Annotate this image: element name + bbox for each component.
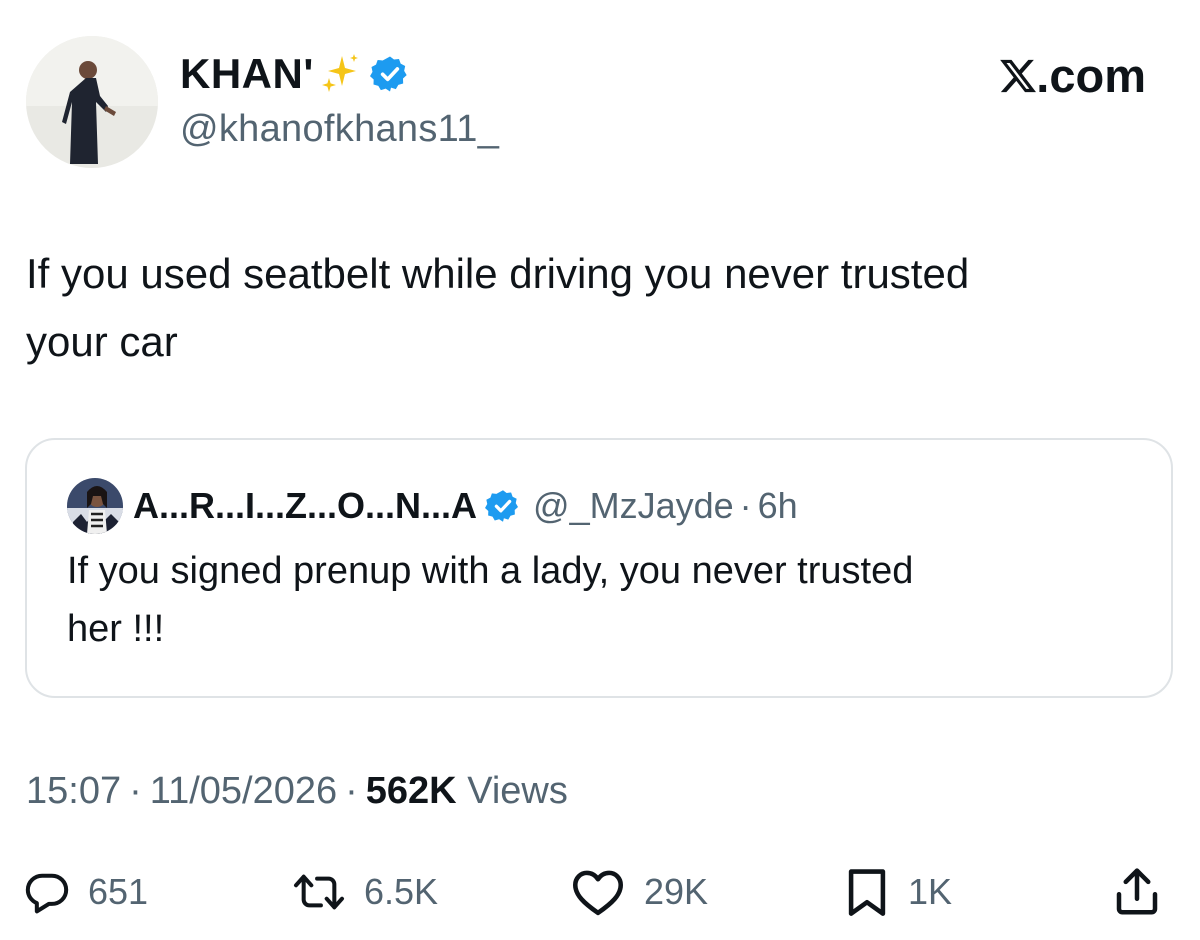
tweet-time[interactable]: 15:07 xyxy=(26,770,121,812)
author-handle: @khanofkhans11_ xyxy=(180,108,500,150)
quoted-author-handle: @_MzJayde xyxy=(533,485,734,526)
author-display-name: KHAN' xyxy=(180,50,314,97)
quoted-text-line: If you signed prenup with a lady, you ne… xyxy=(67,550,914,592)
author-avatar[interactable] xyxy=(26,36,158,168)
repost-button[interactable]: 6.5K xyxy=(292,862,438,922)
bookmark-count: 1K xyxy=(908,871,953,912)
like-button[interactable]: 29K xyxy=(570,862,708,922)
quoted-separator: · xyxy=(739,485,752,526)
quoted-tweet-card[interactable]: A...R...I...Z...O...N...A @_MzJayde · 6h… xyxy=(25,438,1173,698)
views-label: Views xyxy=(467,770,568,812)
tweet-meta: 15:07 · 11/05/2026 · 562K Views xyxy=(26,770,568,813)
tweet-date[interactable]: 11/05/2026 xyxy=(150,770,337,812)
quoted-tweet-text: If you signed prenup with a lady, you ne… xyxy=(67,542,1127,658)
repost-icon xyxy=(292,869,346,915)
bookmark-icon xyxy=(844,867,890,917)
reply-count: 651 xyxy=(88,871,149,912)
tweet-text-line: your car xyxy=(26,318,178,365)
views-count: 562K xyxy=(365,770,457,812)
brand-link[interactable]: .com xyxy=(998,48,1146,103)
reply-button[interactable]: 651 xyxy=(24,862,148,922)
tweet-actions-bar: 651 6.5K 29K 1K xyxy=(0,862,1200,922)
brand-domain-suffix: .com xyxy=(1036,49,1146,102)
reply-icon xyxy=(24,869,70,915)
repost-count: 6.5K xyxy=(364,871,439,912)
like-count: 29K xyxy=(644,871,709,912)
tweet-text: If you used seatbelt while driving you n… xyxy=(26,240,1176,376)
meta-separator: · xyxy=(345,770,358,812)
share-button[interactable] xyxy=(1110,862,1164,922)
sparkles-emoji-icon xyxy=(318,52,362,96)
quoted-author-avatar[interactable] xyxy=(67,478,123,534)
author-info[interactable]: KHAN' @khanofkhans11_ xyxy=(180,48,499,151)
quoted-timestamp[interactable]: 6h xyxy=(758,485,798,527)
quoted-author-display-name: A...R...I...Z...O...N...A xyxy=(133,485,478,526)
quoted-text-line: her !!! xyxy=(67,608,165,650)
share-icon xyxy=(1110,865,1164,919)
x-logo-icon xyxy=(998,56,1038,96)
meta-separator: · xyxy=(129,770,142,812)
quoted-verified-badge-icon xyxy=(485,488,521,524)
quoted-tweet-header: A...R...I...Z...O...N...A @_MzJayde · 6h xyxy=(67,478,798,534)
bookmark-button[interactable]: 1K xyxy=(844,862,952,922)
verified-badge-icon xyxy=(369,54,410,94)
tweet-text-line: If you used seatbelt while driving you n… xyxy=(26,250,970,297)
heart-icon xyxy=(570,867,626,917)
